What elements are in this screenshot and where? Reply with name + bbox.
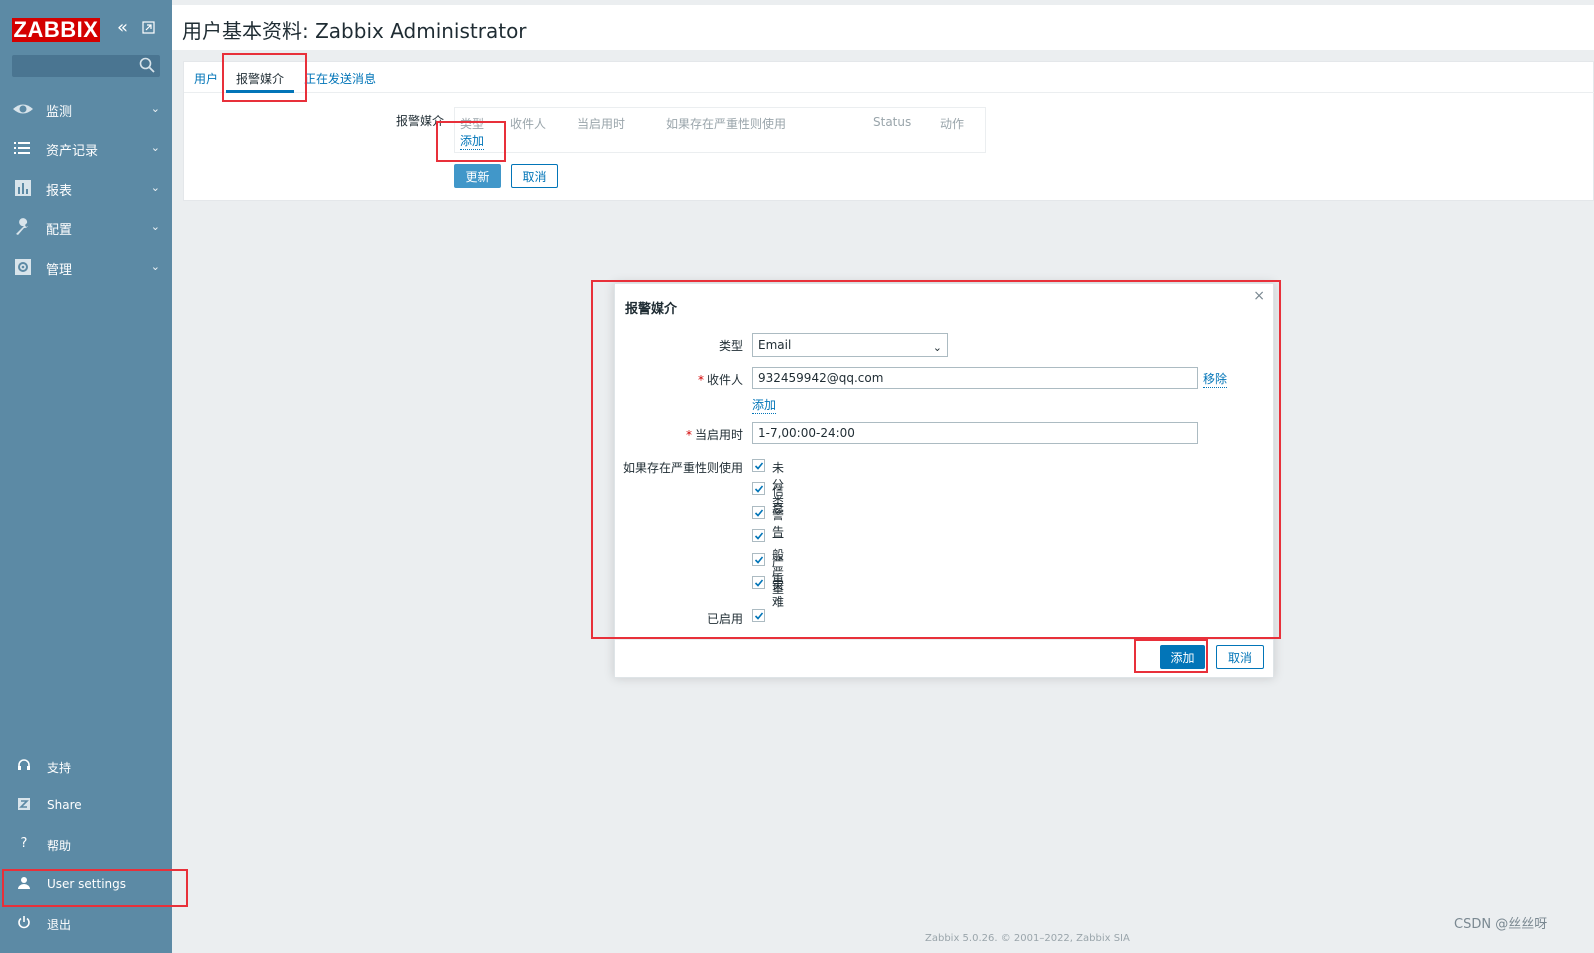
search-icon[interactable] [139, 57, 155, 73]
bar-chart-icon [12, 179, 34, 197]
tab-bar-divider [184, 92, 1594, 93]
footer-version: Zabbix 5.0.26. © 2001–2022, Zabbix SIA [925, 933, 1130, 944]
chevron-down-icon: ⌄ [932, 341, 942, 354]
menu-label: Share [47, 798, 82, 812]
tab-media[interactable]: 报警媒介 [236, 70, 284, 87]
media-field-label: 报警媒介 [396, 114, 445, 128]
menu-item-monitoring[interactable]: 监测 ⌄ [0, 91, 172, 127]
enabled-checkbox[interactable] [752, 609, 765, 622]
menu-item-sign-out[interactable]: 退出 [0, 908, 172, 940]
column-header-action: 动作 [940, 117, 965, 131]
collapse-sidebar-icon[interactable]: « [117, 19, 128, 37]
add-sendto-link[interactable]: 添加 [752, 396, 777, 414]
dialog-footer: 添加 取消 [615, 639, 1273, 678]
share-z-icon [16, 797, 32, 813]
page-title: 用户基本资料: Zabbix Administrator [182, 19, 527, 43]
cancel-button[interactable]: 取消 [511, 164, 558, 188]
severity-label-text: 灾难 [772, 578, 785, 609]
sendto-label: * 收件人 [697, 373, 743, 387]
column-header-when-active: 当启用时 [577, 117, 626, 131]
add-media-link[interactable]: 添加 [460, 132, 485, 150]
severity-label: 如果存在严重性则使用 [622, 461, 743, 475]
search-box [12, 55, 160, 77]
active-tab-indicator [226, 90, 294, 93]
checkbox-checked[interactable] [752, 459, 765, 472]
tab-messaging[interactable]: 正在发送消息 [304, 70, 376, 87]
menu-item-administration[interactable]: 管理 ⌄ [0, 249, 172, 285]
menu-label: 报表 [46, 184, 73, 199]
dialog-add-button[interactable]: 添加 [1160, 645, 1205, 669]
dialog-cancel-button[interactable]: 取消 [1216, 645, 1264, 669]
when-active-input[interactable]: 1-7,00:00-24:00 [752, 422, 1198, 444]
menu-item-user-settings[interactable]: User settings [0, 869, 172, 901]
type-select-value: Email [758, 338, 792, 352]
menu-item-inventory[interactable]: 资产记录 ⌄ [0, 130, 172, 166]
menu-item-support[interactable]: 支持 [0, 751, 172, 783]
checkbox-checked[interactable] [752, 576, 765, 589]
user-profile-form: 用户 报警媒介 正在发送消息 报警媒介 类型 收件人 当启用时 如果存在严重性则… [183, 61, 1594, 201]
list-icon [12, 139, 34, 157]
type-label: 类型 [718, 339, 743, 353]
menu-label: 监测 [46, 105, 73, 120]
chevron-down-icon: ⌄ [150, 181, 160, 194]
search-input[interactable] [12, 55, 144, 77]
close-icon[interactable]: × [1253, 288, 1265, 304]
eye-icon [12, 100, 34, 118]
update-button[interactable]: 更新 [454, 164, 501, 188]
menu-label: 支持 [47, 761, 72, 775]
kiosk-mode-icon[interactable] [142, 21, 155, 37]
type-select[interactable]: Email ⌄ [752, 333, 948, 357]
checkbox-checked[interactable] [752, 506, 765, 519]
zabbix-logo[interactable]: ZABBIX [12, 18, 100, 42]
menu-item-share[interactable]: Share [0, 790, 172, 822]
watermark-credit: CSDN @丝丝呀 [1454, 917, 1548, 932]
media-table: 类型 收件人 当启用时 如果存在严重性则使用 Status 动作 添加 [454, 107, 986, 153]
wrench-icon [12, 218, 34, 236]
sidebar: ZABBIX « 监测 ⌄ 资产记录 ⌄ 报表 ⌄ 配置 ⌄ 管理 ⌄ 支持 S… [0, 0, 172, 953]
checkbox-checked[interactable] [752, 553, 765, 566]
chevron-down-icon: ⌄ [150, 220, 160, 233]
headset-icon [16, 758, 32, 774]
dialog-title: 报警媒介 [625, 302, 678, 317]
menu-label: 管理 [46, 263, 73, 278]
column-header-severity: 如果存在严重性则使用 [666, 117, 787, 131]
when-active-label: * 当启用时 [685, 428, 743, 442]
checkbox-checked[interactable] [752, 529, 765, 542]
menu-label: User settings [47, 877, 127, 891]
menu-label: 帮助 [47, 839, 72, 853]
column-header-status: Status [873, 115, 912, 129]
menu-label: 配置 [46, 223, 73, 238]
user-icon [16, 876, 32, 892]
menu-label: 资产记录 [46, 144, 99, 159]
tab-user[interactable]: 用户 [194, 70, 218, 87]
column-header-type: 类型 [460, 117, 485, 131]
enabled-label: 已启用 [706, 612, 743, 626]
media-dialog: 报警媒介 × 类型 Email ⌄ * 收件人 932459942@qq.com … [614, 283, 1274, 678]
menu-label: 退出 [47, 918, 72, 932]
page-header: 用户基本资料: Zabbix Administrator [172, 0, 1594, 50]
gear-icon [12, 258, 34, 276]
help-icon: ? [20, 836, 28, 851]
menu-item-configuration[interactable]: 配置 ⌄ [0, 209, 172, 245]
sendto-input[interactable]: 932459942@qq.com [752, 367, 1198, 389]
checkbox-checked[interactable] [752, 482, 765, 495]
menu-item-reports[interactable]: 报表 ⌄ [0, 170, 172, 206]
chevron-down-icon: ⌄ [150, 102, 160, 115]
menu-item-help[interactable]: ? 帮助 [0, 829, 172, 861]
chevron-down-icon: ⌄ [150, 260, 160, 273]
remove-sendto-link[interactable]: 移除 [1203, 370, 1228, 388]
column-header-sendto: 收件人 [510, 117, 547, 131]
power-icon [16, 915, 32, 931]
chevron-down-icon: ⌄ [150, 141, 160, 154]
